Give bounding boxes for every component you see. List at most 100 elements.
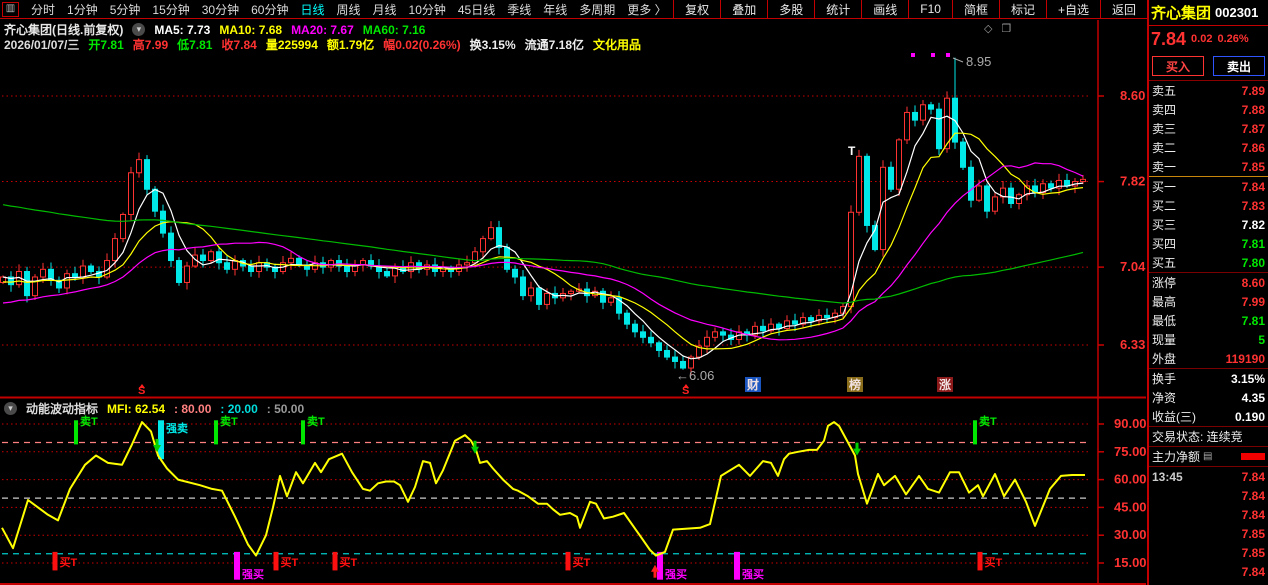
quote-value: 3.15% — [1231, 372, 1265, 386]
ma10-line — [3, 133, 1083, 349]
toolbar-button-F10[interactable]: F10 — [908, 0, 952, 18]
quote-label: 净资 — [1152, 389, 1176, 406]
tick-row-4: 7.85 — [1149, 543, 1268, 562]
quote-info-8: 换3.15% — [470, 36, 516, 53]
tick-price: 7.84 — [1242, 565, 1265, 579]
list-icon[interactable]: ▤ — [1203, 451, 1212, 462]
toolbar-button-叠加[interactable]: 叠加 — [720, 0, 767, 18]
ma-legend-2: MA20: 7.67 — [291, 23, 354, 37]
quote-row-买二[interactable]: 买二7.83 — [1149, 196, 1268, 215]
nav-period-13[interactable]: 多周期 — [573, 1, 621, 18]
main-axis-label: 7.04 — [1120, 259, 1146, 274]
nav-period-10[interactable]: 45日线 — [452, 1, 501, 18]
quote-row-卖三[interactable]: 卖三7.87 — [1149, 119, 1268, 138]
nav-period-4[interactable]: 30分钟 — [196, 1, 245, 18]
nav-period-3[interactable]: 15分钟 — [146, 1, 195, 18]
quote-value: 7.87 — [1242, 122, 1265, 136]
quote-row-外盘[interactable]: 外盘119190 — [1149, 349, 1268, 368]
low-price-annotation: ←6.06 — [676, 368, 714, 383]
last-price: 7.84 — [1151, 29, 1186, 50]
quote-row-买三[interactable]: 买三7.82 — [1149, 215, 1268, 234]
quote-value: 0.190 — [1235, 410, 1265, 424]
ma-legend-0: MA5: 7.73 — [154, 23, 210, 37]
indicator-legend-0: 动能波动指标 — [26, 400, 98, 417]
nav-period-7[interactable]: 周线 — [330, 1, 366, 18]
quote-row-卖一[interactable]: 卖一7.85 — [1149, 157, 1268, 176]
nav-period-1[interactable]: 1分钟 — [61, 1, 104, 18]
quote-label: 换手 — [1152, 370, 1176, 387]
quote-row-最高[interactable]: 最高7.99 — [1149, 292, 1268, 311]
toolbar-button-多股[interactable]: 多股 — [767, 0, 814, 18]
ma-legend-1: MA10: 7.68 — [219, 23, 282, 37]
toolbar-button-返回[interactable]: 返回 — [1100, 0, 1147, 18]
period-toolbar: ▥ 分时1分钟5分钟15分钟30分钟60分钟日线周线月线10分钟45日线季线年线… — [0, 0, 1147, 19]
watermark-badge-榜: 榜 — [849, 377, 861, 392]
quote-row-涨停[interactable]: 涨停8.60 — [1149, 273, 1268, 292]
quote-row-净资[interactable]: 净资4.35 — [1149, 388, 1268, 407]
quote-label: 买一 — [1152, 178, 1176, 195]
nav-period-11[interactable]: 季线 — [501, 1, 537, 18]
quote-info-2: 高7.99 — [133, 36, 168, 53]
quote-label: 最高 — [1152, 293, 1176, 310]
quote-row-交易状态: 连续竞[interactable]: 交易状态: 连续竞 — [1149, 427, 1268, 446]
toolbar-button-简框[interactable]: 简框 — [952, 0, 999, 18]
quote-section-3: 换手 3.15% 净资4.35收益(三)0.190 — [1149, 369, 1268, 427]
nav-period-12[interactable]: 年线 — [537, 1, 573, 18]
s-signal-marker-1: S — [682, 385, 689, 397]
ma-lines — [3, 116, 1083, 359]
nav-period-5[interactable]: 60分钟 — [245, 1, 294, 18]
quote-row-卖五[interactable]: 卖五 7.89 — [1149, 81, 1268, 100]
nav-period-0[interactable]: 分时 — [25, 1, 61, 18]
quote-row-最低[interactable]: 最低7.81 — [1149, 311, 1268, 330]
quote-label: 卖五 — [1152, 82, 1176, 99]
buy-button[interactable]: 买入 — [1152, 56, 1204, 76]
toolbar-button-画线[interactable]: 画线 — [861, 0, 908, 18]
quote-section-0: 卖五 7.89 卖四7.88卖三7.87卖二7.86卖一7.85 — [1149, 81, 1268, 177]
nav-period-2[interactable]: 5分钟 — [104, 1, 147, 18]
nav-period-6[interactable]: 日线 — [294, 1, 330, 18]
main-chart-canvas[interactable]: 8.607.827.046.338.95←6.06TSS财榜涨90.0075.0… — [0, 0, 1147, 585]
quote-row-收益(三)[interactable]: 收益(三)0.190 — [1149, 407, 1268, 426]
last-price-row: 7.84 0.02 0.26% — [1149, 26, 1268, 52]
indicator-legend-4: : 50.00 — [267, 402, 304, 416]
toolbar-button-统计[interactable]: 统计 — [814, 0, 861, 18]
ma-legend-3: MA60: 7.16 — [363, 23, 426, 37]
quote-row-买一[interactable]: 买一 7.84 — [1149, 177, 1268, 196]
toolbar-button-复权[interactable]: 复权 — [673, 0, 720, 18]
tick-price: 7.84 — [1242, 470, 1265, 484]
main-force-row[interactable]: 主力净额 ▤ — [1149, 447, 1268, 466]
quote-row-买四[interactable]: 买四7.81 — [1149, 234, 1268, 253]
tick-price: 7.85 — [1242, 546, 1265, 560]
buy-t-label-0: 买T — [60, 556, 78, 569]
nav-period-8[interactable]: 月线 — [367, 1, 403, 18]
stock-name: 齐心集团 — [1151, 2, 1211, 23]
nav-period-14[interactable]: 更多 〉 — [621, 1, 672, 18]
chevron-down-icon[interactable]: ▾ — [132, 23, 145, 36]
quote-row-换手[interactable]: 换手 3.15% — [1149, 369, 1268, 388]
quote-row-卖二[interactable]: 卖二7.86 — [1149, 138, 1268, 157]
quote-value: 7.81 — [1242, 237, 1265, 251]
chart-corner-icons: ◇ ❐ — [984, 22, 1011, 35]
quote-sections: 卖五7.89卖四7.88卖三7.87卖二7.86卖一7.85买一7.84买二7.… — [1149, 81, 1268, 447]
sell-t-label-3: 卖T — [979, 414, 997, 428]
diamond-icon[interactable]: ◇ — [984, 22, 992, 35]
window-split-icon[interactable]: ▥ — [2, 2, 19, 17]
nav-period-9[interactable]: 10分钟 — [403, 1, 452, 18]
s-signal-marker-0: S — [138, 385, 145, 397]
toolbar-button-+自选[interactable]: +自选 — [1046, 0, 1100, 18]
sell-button[interactable]: 卖出 — [1213, 56, 1265, 76]
quote-row-卖四[interactable]: 卖四7.88 — [1149, 100, 1268, 119]
quote-value: 7.89 — [1242, 84, 1265, 98]
quote-label: 买二 — [1152, 197, 1176, 214]
quote-label: 交易状态: 连续竞 — [1152, 428, 1243, 445]
tick-trade-list[interactable]: 13:457.847.847.847.857.857.84 — [1149, 467, 1268, 581]
strong-sell-label-0: 强卖 — [166, 421, 188, 435]
window-icon[interactable]: ❐ — [1001, 22, 1011, 35]
chevron-down-icon[interactable]: ▾ — [4, 402, 17, 415]
quote-row-买五[interactable]: 买五7.80 — [1149, 253, 1268, 272]
stock-code: 002301 — [1215, 5, 1258, 20]
tick-row-0: 13:457.84 — [1149, 467, 1268, 486]
quote-row-现量[interactable]: 现量5 — [1149, 330, 1268, 349]
toolbar-button-标记[interactable]: 标记 — [999, 0, 1046, 18]
quote-value: 7.84 — [1242, 180, 1265, 194]
